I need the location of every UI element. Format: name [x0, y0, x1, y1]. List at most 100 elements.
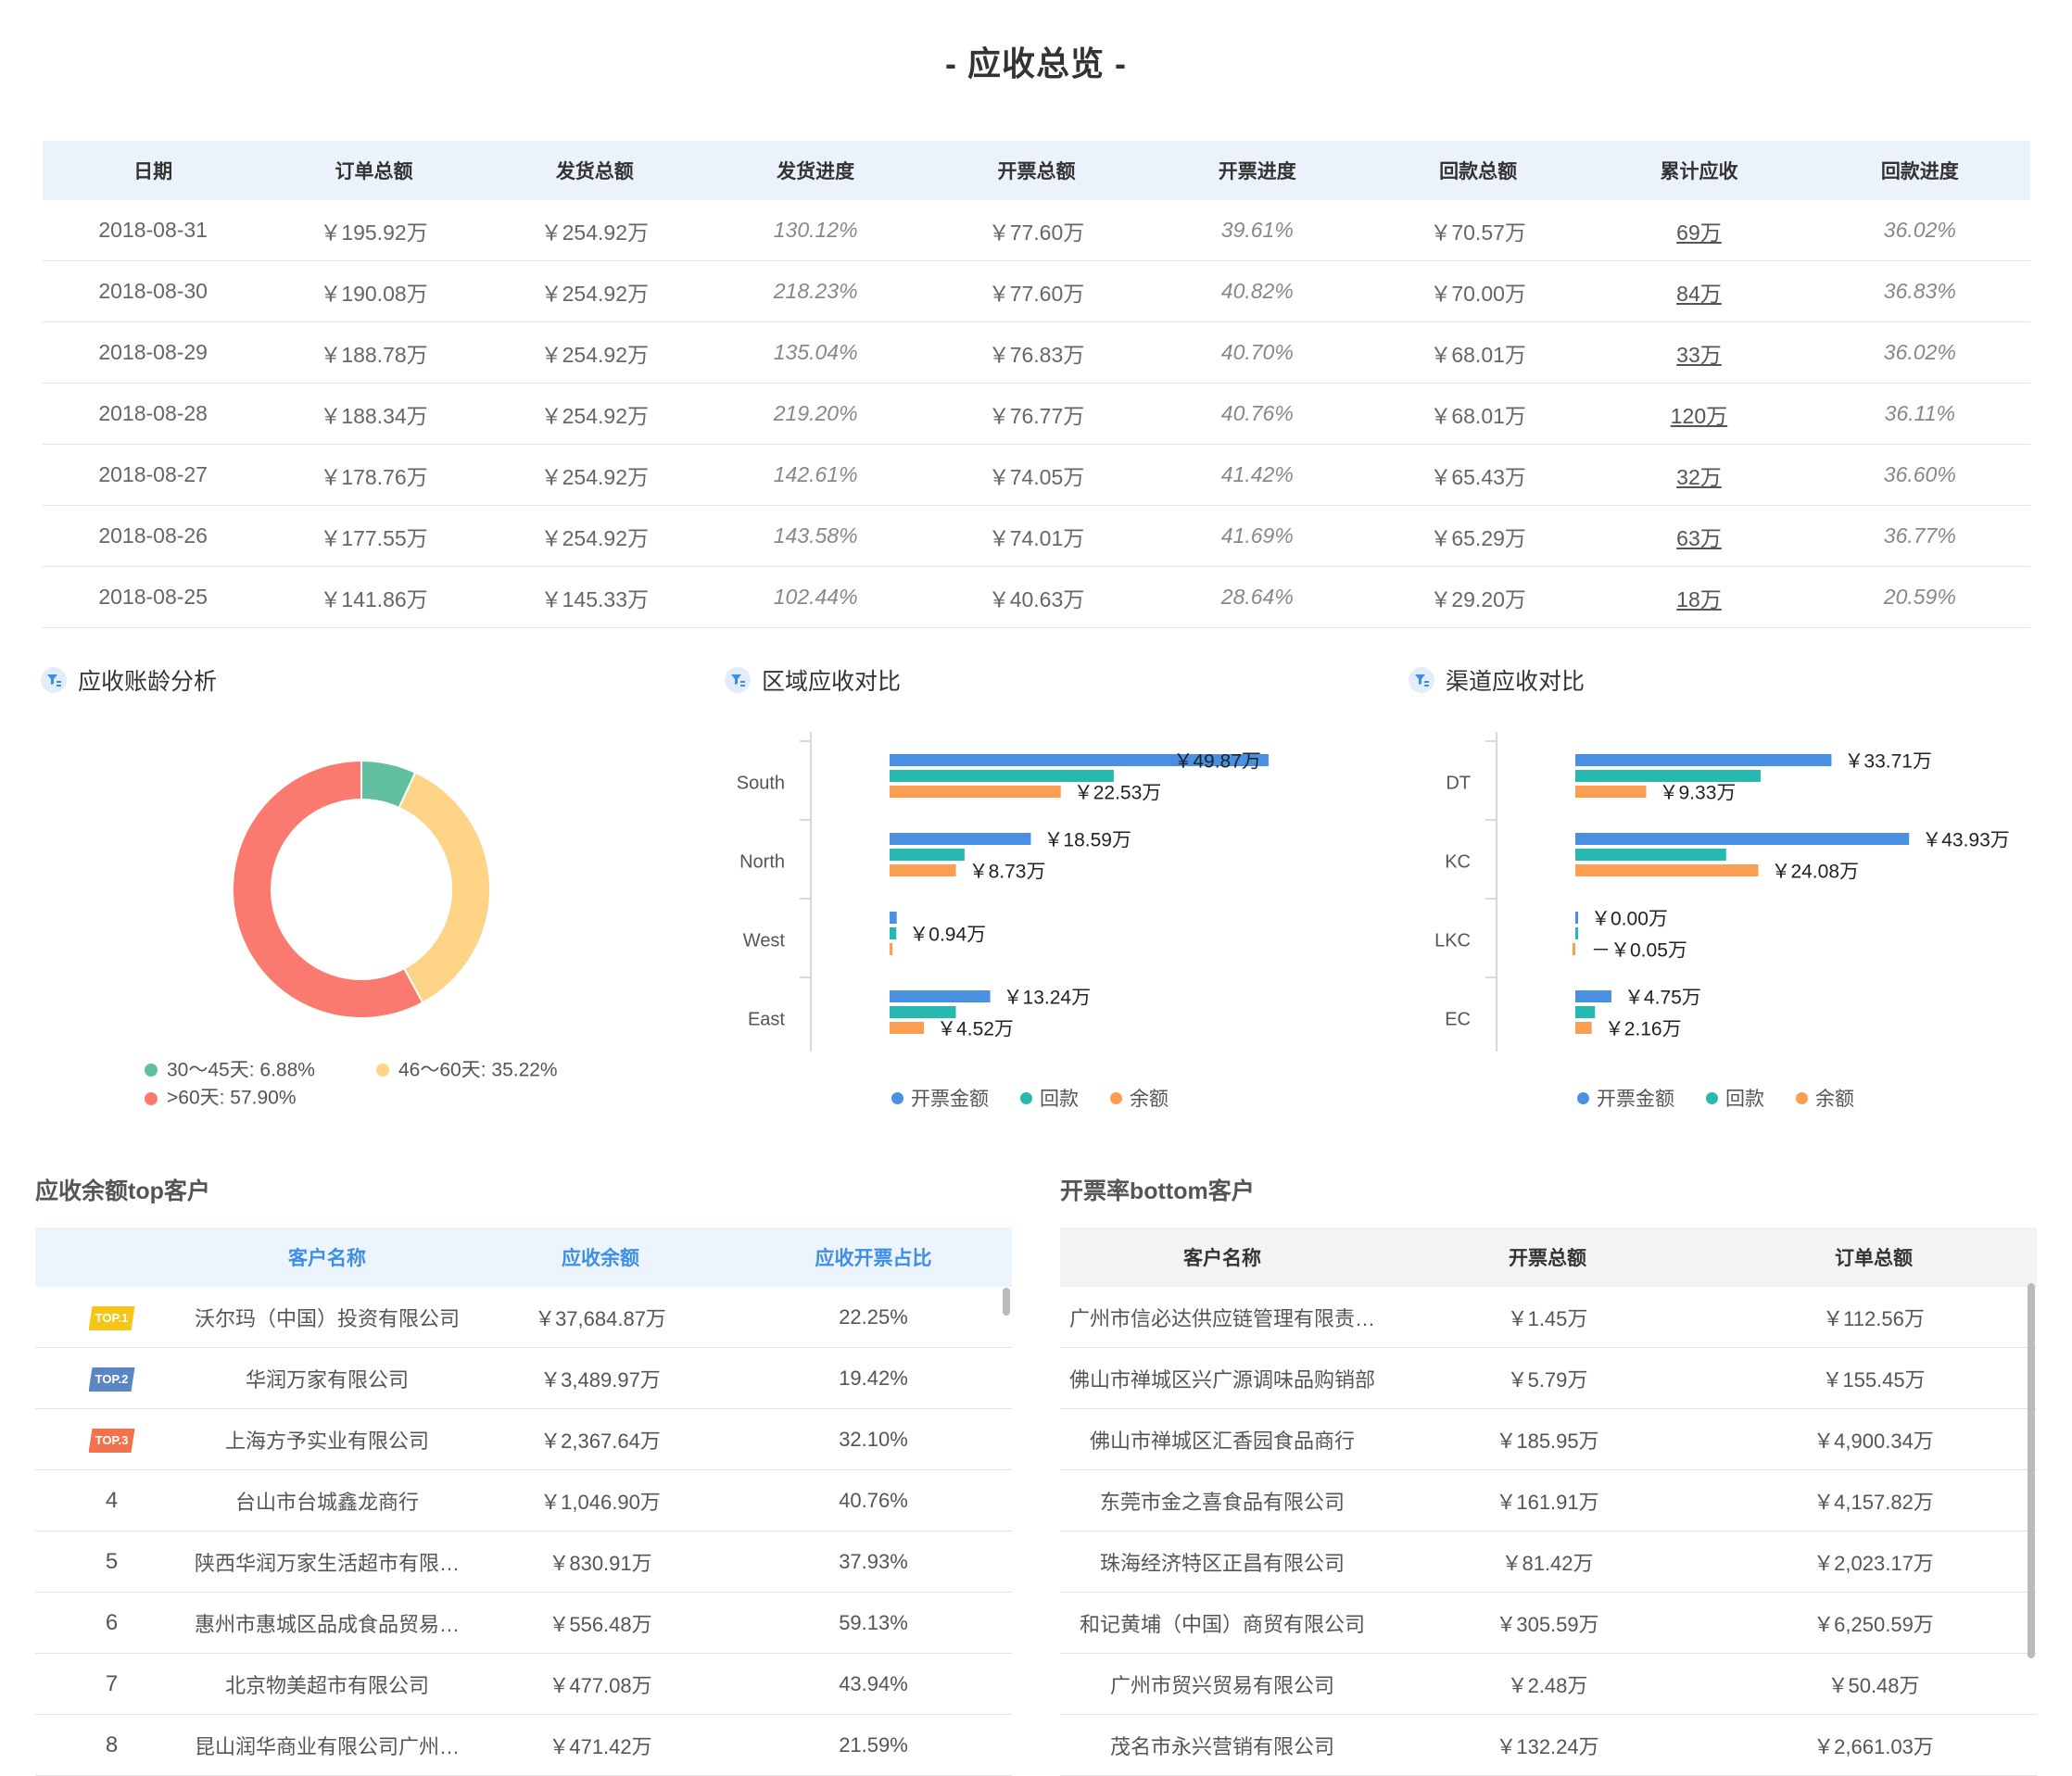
overview-cell[interactable]: 18万 [1588, 566, 1810, 628]
bottom-col-header[interactable]: 订单总额 [1711, 1228, 2037, 1287]
bar-开票金额[interactable] [890, 990, 991, 1002]
receivable-link[interactable]: 33万 [1676, 343, 1722, 367]
top-col-header[interactable]: 应收开票占比 [735, 1228, 1012, 1287]
bottom-customers-scrollbar[interactable] [2028, 1283, 2035, 1658]
bar-开票金额[interactable] [1575, 912, 1578, 924]
table-row[interactable]: 东莞市金之喜食品有限公司 ￥161.91万 ￥4,157.82万 [1060, 1469, 2037, 1531]
table-row[interactable]: TOP.3 上海方予实业有限公司 ￥2,367.64万 32.10% [35, 1408, 1012, 1470]
receivable-link[interactable]: 18万 [1676, 587, 1722, 611]
bottom-col-header[interactable]: 开票总额 [1384, 1228, 1711, 1287]
overview-row: 2018-08-25 ￥141.86万 ￥145.33万 102.44% ￥40.63万… [43, 566, 2030, 628]
overview-cell[interactable]: 32万 [1588, 444, 1810, 506]
bar-回款[interactable] [890, 1006, 956, 1018]
bar-余额[interactable] [1575, 864, 1759, 876]
legend-item[interactable]: 余额 [1796, 1084, 1854, 1112]
bar-开票金额[interactable] [1575, 990, 1611, 1002]
donut-slice-1[interactable] [398, 771, 491, 1004]
bar-余额[interactable] [890, 786, 1061, 798]
receivable-link[interactable]: 69万 [1676, 220, 1722, 245]
bar-余额[interactable] [890, 943, 892, 955]
filter-icon[interactable] [41, 667, 67, 693]
legend-item[interactable]: >60天: 57.90% [145, 1084, 376, 1112]
overview-col-header[interactable]: 累计应收 [1588, 141, 1810, 200]
receivable-link[interactable]: 84万 [1676, 282, 1722, 306]
overview-col-header[interactable]: 开票总额 [926, 141, 1147, 200]
category-label: South [737, 774, 785, 794]
filter-icon[interactable] [1409, 667, 1434, 693]
bar-回款[interactable] [890, 770, 1114, 782]
table-row[interactable]: 茂名市永兴营销有限公司 ￥132.24万 ￥2,661.03万 [1060, 1714, 2037, 1776]
top-col-header[interactable] [35, 1228, 188, 1287]
overview-col-header[interactable]: 日期 [43, 141, 264, 200]
overview-cell: 219.20% [704, 383, 927, 445]
overview-cell: ￥68.01万 [1367, 321, 1589, 384]
invoice-ratio: 32.10% [735, 1408, 1012, 1470]
top-col-header[interactable]: 应收余额 [466, 1228, 735, 1287]
filter-icon[interactable] [725, 667, 751, 693]
overview-col-header[interactable]: 发货进度 [704, 141, 927, 200]
bar-回款[interactable] [1575, 849, 1726, 861]
overview-cell[interactable]: 84万 [1588, 260, 1810, 322]
rank-badge: TOP.1 [88, 1306, 135, 1330]
bottom-col-header[interactable]: 客户名称 [1060, 1228, 1384, 1287]
top-customers-scrollbar[interactable] [1003, 1288, 1010, 1316]
table-row[interactable]: 广州市信必达供应链管理有限责… ￥1.45万 ￥112.56万 [1060, 1287, 2037, 1348]
table-row[interactable]: 6 惠州市惠城区品成食品贸易… ￥556.48万 59.13% [35, 1592, 1012, 1654]
bar-余额[interactable] [1575, 786, 1647, 798]
overview-cell[interactable]: 33万 [1588, 321, 1810, 384]
overview-cell: ￥188.78万 [263, 321, 485, 384]
customer-name: 和记黄埔（中国）商贸有限公司 [1060, 1592, 1384, 1654]
receivable-link[interactable]: 63万 [1676, 526, 1722, 550]
customer-name: 沃尔玛（中国）投资有限公司 [188, 1287, 466, 1348]
legend-item[interactable]: 开票金额 [1577, 1084, 1674, 1112]
overview-col-header[interactable]: 回款总额 [1367, 141, 1589, 200]
bar-余额[interactable] [1573, 943, 1575, 955]
table-row[interactable]: 和记黄埔（中国）商贸有限公司 ￥305.59万 ￥6,250.59万 [1060, 1592, 2037, 1654]
legend-dot [1796, 1091, 1808, 1104]
overview-col-header[interactable]: 开票进度 [1146, 141, 1368, 200]
top-col-header[interactable]: 客户名称 [188, 1228, 466, 1287]
overview-cell[interactable]: 69万 [1588, 200, 1810, 261]
bar-开票金额[interactable] [890, 833, 1031, 845]
legend-item[interactable]: 余额 [1110, 1084, 1169, 1112]
overview-cell[interactable]: 120万 [1588, 383, 1810, 445]
overview-col-header[interactable]: 订单总额 [263, 141, 485, 200]
legend-item[interactable]: 回款 [1020, 1084, 1079, 1112]
receivable-link[interactable]: 120万 [1671, 404, 1727, 428]
bar-余额[interactable] [1575, 1022, 1592, 1034]
bar-回款[interactable] [890, 927, 897, 939]
bar-余额[interactable] [890, 864, 956, 876]
bar-开票金额[interactable] [890, 912, 897, 924]
overview-cell: 143.58% [704, 505, 927, 567]
table-row[interactable]: TOP.2 华润万家有限公司 ￥3,489.97万 19.42% [35, 1347, 1012, 1409]
table-row[interactable]: 佛山市禅城区兴广源调味品购销部 ￥5.79万 ￥155.45万 [1060, 1347, 2037, 1409]
table-row[interactable]: TOP.1 沃尔玛（中国）投资有限公司 ￥37,684.87万 22.25% [35, 1287, 1012, 1348]
table-row[interactable]: 4 台山市台城鑫龙商行 ￥1,046.90万 40.76% [35, 1469, 1012, 1531]
table-row[interactable]: 珠海经济特区正昌有限公司 ￥81.42万 ￥2,023.17万 [1060, 1530, 2037, 1593]
bar-余额[interactable] [890, 1022, 925, 1034]
receivable-link[interactable]: 32万 [1676, 465, 1722, 489]
overview-col-header[interactable]: 回款进度 [1809, 141, 2030, 200]
bar-回款[interactable] [1575, 1006, 1596, 1018]
table-row[interactable]: 5 陕西华润万家生活超市有限… ￥830.91万 37.93% [35, 1530, 1012, 1593]
table-row[interactable]: 广州市贸兴贸易有限公司 ￥2.48万 ￥50.48万 [1060, 1653, 2037, 1715]
data-label: ￥4.75万 [1624, 988, 1701, 1009]
receivable-balance: ￥2,367.64万 [466, 1408, 735, 1470]
table-row[interactable]: 8 昆山润华商业有限公司广州… ￥471.42万 21.59% [35, 1714, 1012, 1776]
bar-开票金额[interactable] [1575, 833, 1910, 845]
overview-col-header[interactable]: 发货总额 [484, 141, 705, 200]
legend-dot [891, 1091, 903, 1104]
legend-item[interactable]: 46～60天: 35.22% [376, 1056, 608, 1084]
bar-回款[interactable] [1575, 770, 1761, 782]
overview-cell: ￥74.05万 [926, 444, 1147, 506]
table-row[interactable]: 佛山市禅城区汇香园食品商行 ￥185.95万 ￥4,900.34万 [1060, 1408, 2037, 1470]
channel-title: 渠道应收对比 [1446, 669, 1586, 695]
overview-cell[interactable]: 63万 [1588, 505, 1810, 567]
legend-item[interactable]: 回款 [1706, 1084, 1764, 1112]
legend-item[interactable]: 开票金额 [891, 1084, 989, 1112]
bar-回款[interactable] [890, 849, 965, 861]
bar-回款[interactable] [1575, 927, 1578, 939]
table-row[interactable]: 7 北京物美超市有限公司 ￥477.08万 43.94% [35, 1653, 1012, 1715]
bar-开票金额[interactable] [1575, 754, 1832, 766]
legend-item[interactable]: 30～45天: 6.88% [145, 1056, 376, 1084]
